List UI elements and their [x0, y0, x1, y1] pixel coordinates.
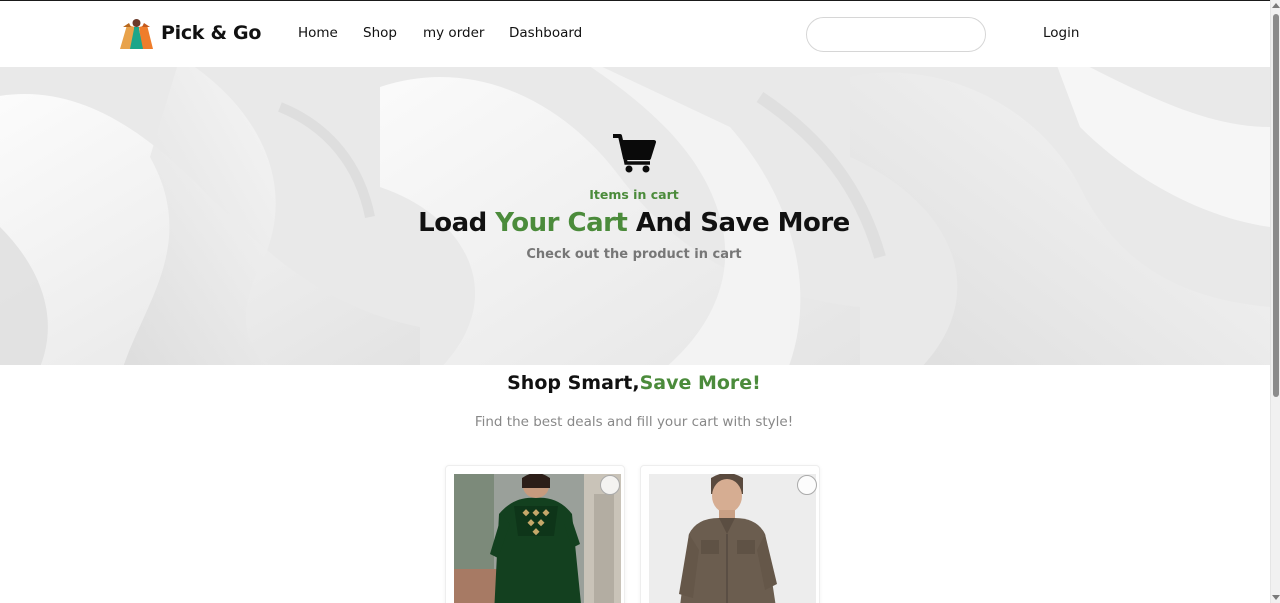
product-select-checkbox[interactable] — [600, 475, 620, 495]
nav-my-order-link[interactable]: my order — [423, 25, 484, 41]
brand-name: Pick & Go — [161, 22, 262, 44]
shopping-cart-icon — [613, 134, 656, 173]
section-title: Shop Smart,Save More! — [0, 372, 1268, 394]
scrollbar-thumb[interactable] — [1273, 14, 1279, 397]
scroll-up-arrow-icon[interactable] — [1272, 3, 1280, 8]
nav-shop-link[interactable]: Shop — [363, 25, 397, 41]
hero-title-part2: And Save More — [627, 208, 850, 238]
search-input[interactable] — [806, 17, 986, 52]
brown-shirt-photo-icon — [649, 474, 816, 603]
nav-home-link[interactable]: Home — [298, 25, 338, 41]
product-select-checkbox[interactable] — [797, 475, 817, 495]
product-card[interactable] — [445, 465, 625, 603]
product-image-kurta[interactable] — [454, 474, 621, 603]
navbar: Pick & Go Home Shop my order Dashboard L… — [0, 1, 1270, 67]
brand-logo-icon — [120, 19, 153, 49]
hero-title-part1: Load — [418, 208, 496, 238]
login-link[interactable]: Login — [1043, 25, 1079, 41]
product-card[interactable] — [640, 465, 820, 603]
section-title-accent: Save More! — [639, 372, 761, 394]
hero-title-accent: Your Cart — [495, 208, 628, 238]
hero-eyebrow: Items in cart — [589, 187, 679, 202]
section-title-main: Shop Smart, — [507, 372, 640, 394]
green-kurta-photo-icon — [454, 474, 621, 603]
brand[interactable]: Pick & Go — [117, 15, 261, 51]
hero-content: Items in cart Load Your Cart And Save Mo… — [0, 67, 1270, 365]
scroll-down-arrow-icon[interactable] — [1272, 595, 1280, 600]
nav-dashboard-link[interactable]: Dashboard — [509, 25, 582, 41]
hero-subtitle: Check out the product in cart — [526, 247, 742, 262]
hero-banner: Items in cart Load Your Cart And Save Mo… — [0, 67, 1270, 365]
page-scrollbar[interactable] — [1270, 0, 1280, 603]
hero-title: Load Your Cart And Save More — [0, 208, 1268, 238]
section-subtitle: Find the best deals and fill your cart w… — [474, 414, 794, 430]
product-image-shirt[interactable] — [649, 474, 816, 603]
